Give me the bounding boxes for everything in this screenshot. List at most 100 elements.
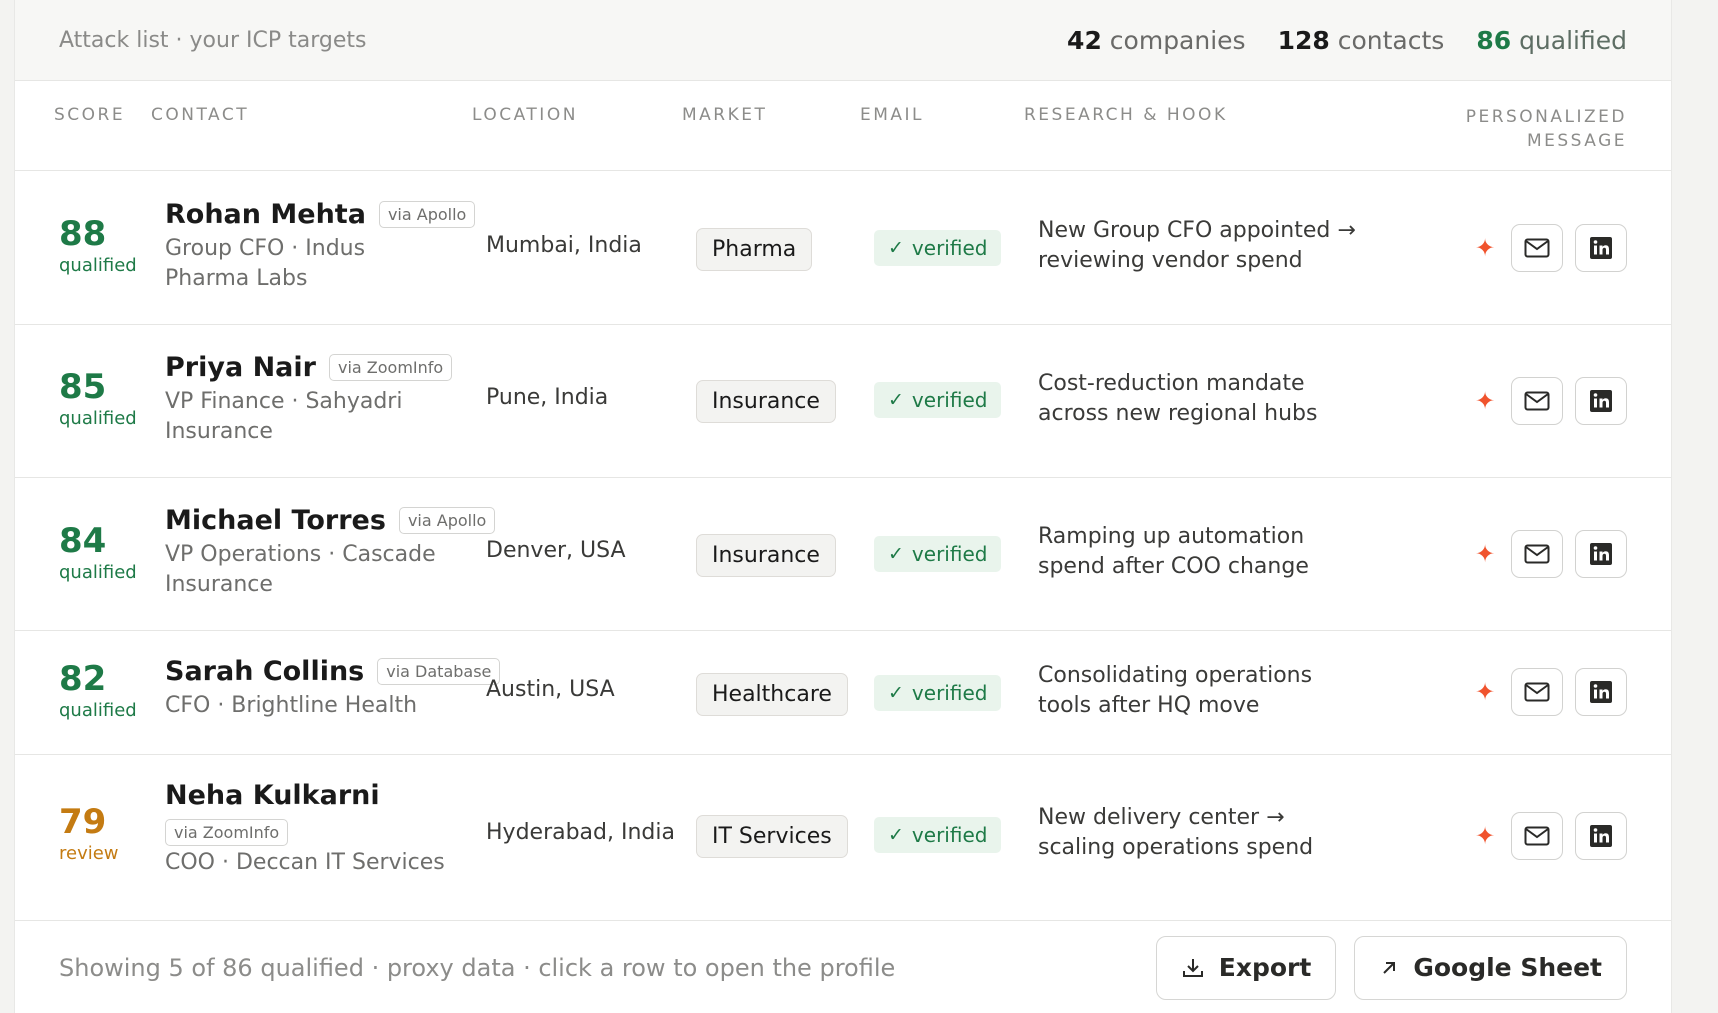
contacts-stat: 128 contacts [1278, 26, 1445, 55]
linkedin-icon [1590, 825, 1612, 847]
list-header: Attack list · your ICP targets 42 compan… [15, 0, 1671, 81]
column-personalized-message[interactable]: PERSONALIZED MESSAGE [1466, 105, 1627, 153]
companies-label: companies [1109, 25, 1246, 55]
companies-stat: 42 companies [1067, 26, 1246, 55]
mail-button[interactable] [1511, 812, 1563, 860]
research-hook: Ramping up automation spend after COO ch… [1038, 524, 1309, 579]
email-status: ✓ verified [874, 382, 1002, 418]
contact-name[interactable]: Rohan Mehta [165, 199, 366, 230]
message-actions: ✦ [1471, 812, 1627, 860]
qualified-label: qualified [1519, 25, 1627, 55]
table-row[interactable]: 85 qualified Priya Nair via ZoomInfo VP F… [15, 325, 1671, 478]
table-header: SCORE CONTACT LOCATION MARKET EMAIL RESE… [15, 81, 1671, 171]
contact-cell: Rohan Mehta via Apollo Group CFO · Indus … [165, 199, 476, 294]
contact-name[interactable]: Michael Torres [165, 505, 386, 536]
sparkle-icon[interactable]: ✦ [1471, 234, 1499, 262]
table-footer: Showing 5 of 86 qualified · proxy data ·… [15, 922, 1671, 1013]
table-row[interactable]: 79 review Neha Kulkarni via ZoomInfo COO… [15, 755, 1671, 921]
email-status-label: verified [911, 542, 988, 566]
email-status-label: verified [911, 681, 988, 705]
contact-cell: Sarah Collins via Database CFO · Brightli… [165, 656, 501, 721]
market-tag: Insurance [696, 380, 836, 423]
check-icon: ✓ [888, 543, 904, 565]
linkedin-button[interactable] [1575, 377, 1627, 425]
table-row[interactable]: 88 qualified Rohan Mehta via Apollo Group… [15, 171, 1671, 325]
email-status: ✓ verified [874, 536, 1002, 572]
column-contact[interactable]: CONTACT [151, 105, 249, 125]
mail-button[interactable] [1511, 377, 1563, 425]
score-value: 85 [59, 367, 107, 407]
mail-icon [1524, 826, 1550, 846]
score-status: review [59, 843, 119, 864]
message-actions: ✦ [1471, 224, 1627, 272]
mail-icon [1524, 238, 1550, 258]
mail-button[interactable] [1511, 224, 1563, 272]
footer-note: Showing 5 of 86 qualified · proxy data ·… [59, 953, 896, 982]
score-cell: 85 qualified [59, 368, 137, 429]
google-sheet-label: Google Sheet [1413, 953, 1602, 982]
source-badge: via Database [377, 658, 501, 685]
contact-role: VP Operations · Cascade Insurance [165, 542, 436, 597]
sparkle-icon[interactable]: ✦ [1471, 540, 1499, 568]
sparkle-icon[interactable]: ✦ [1471, 822, 1499, 850]
score-status: qualified [59, 408, 137, 429]
arrow-up-right-icon [1383, 961, 1396, 974]
contact-role: VP Finance · Sahyadri Insurance [165, 389, 403, 444]
contact-name[interactable]: Priya Nair [165, 352, 316, 383]
message-actions: ✦ [1471, 377, 1627, 425]
column-market[interactable]: MARKET [682, 105, 767, 125]
research-hook: Cost-reduction mandate across new region… [1038, 371, 1318, 426]
column-score[interactable]: SCORE [54, 105, 125, 125]
source-badge: via Apollo [378, 201, 476, 228]
companies-count: 42 [1067, 25, 1102, 55]
location-cell: Denver, USA [486, 538, 626, 563]
table-row[interactable]: 84 qualified Michael Torres via Apollo VP… [15, 478, 1671, 631]
check-icon: ✓ [888, 389, 904, 411]
linkedin-button[interactable] [1575, 530, 1627, 578]
check-icon: ✓ [888, 682, 904, 704]
location-cell: Pune, India [486, 385, 609, 410]
contacts-count: 128 [1277, 25, 1330, 55]
column-message-line2: MESSAGE [1526, 131, 1627, 151]
linkedin-icon [1590, 237, 1612, 259]
export-button[interactable]: Export [1155, 935, 1337, 1000]
mail-button[interactable] [1511, 530, 1563, 578]
table-row[interactable]: 82 qualified Sarah Collins via Database C… [15, 631, 1671, 755]
email-status: ✓ verified [874, 675, 1002, 711]
mail-button[interactable] [1511, 668, 1563, 716]
email-status-label: verified [911, 388, 988, 412]
source-badge: via ZoomInfo [165, 819, 289, 846]
score-cell: 88 qualified [59, 215, 137, 276]
column-email[interactable]: EMAIL [860, 105, 924, 125]
column-research-hook[interactable]: RESEARCH & HOOK [1024, 105, 1228, 125]
research-hook: New delivery center → scaling operations… [1038, 805, 1314, 860]
source-badge: via ZoomInfo [328, 354, 453, 381]
sparkle-icon[interactable]: ✦ [1471, 387, 1499, 415]
linkedin-icon [1590, 681, 1612, 703]
attack-list-panel: Attack list · your ICP targets 42 compan… [14, 0, 1672, 1013]
linkedin-button[interactable] [1575, 812, 1627, 860]
column-location[interactable]: LOCATION [472, 105, 578, 125]
location-cell: Hyderabad, India [486, 820, 675, 845]
contact-cell: Michael Torres via Apollo VP Operations ·… [165, 505, 496, 600]
sparkle-icon[interactable]: ✦ [1471, 678, 1499, 706]
mail-icon [1524, 544, 1550, 564]
summary-stats: 42 companies 128 contacts 86 qualified [1067, 26, 1627, 55]
contact-cell: Priya Nair via ZoomInfo VP Finance · Sahy… [165, 352, 455, 447]
email-status: ✓ verified [874, 817, 1002, 853]
linkedin-button[interactable] [1575, 224, 1627, 272]
contacts-label: contacts [1337, 25, 1445, 55]
contact-role: Group CFO · Indus Pharma Labs [165, 236, 366, 291]
message-actions: ✦ [1471, 530, 1627, 578]
contact-name[interactable]: Sarah Collins [165, 656, 364, 687]
market-tag: IT Services [696, 815, 848, 858]
contact-name[interactable]: Neha Kulkarni [165, 780, 380, 811]
google-sheet-button[interactable]: Google Sheet [1354, 935, 1627, 1000]
email-status-label: verified [911, 236, 988, 260]
linkedin-button[interactable] [1575, 668, 1627, 716]
check-icon: ✓ [888, 237, 904, 259]
score-value: 82 [59, 659, 107, 699]
qualified-count: 86 [1476, 25, 1512, 55]
score-value: 79 [59, 802, 107, 842]
market-tag: Pharma [696, 228, 813, 271]
